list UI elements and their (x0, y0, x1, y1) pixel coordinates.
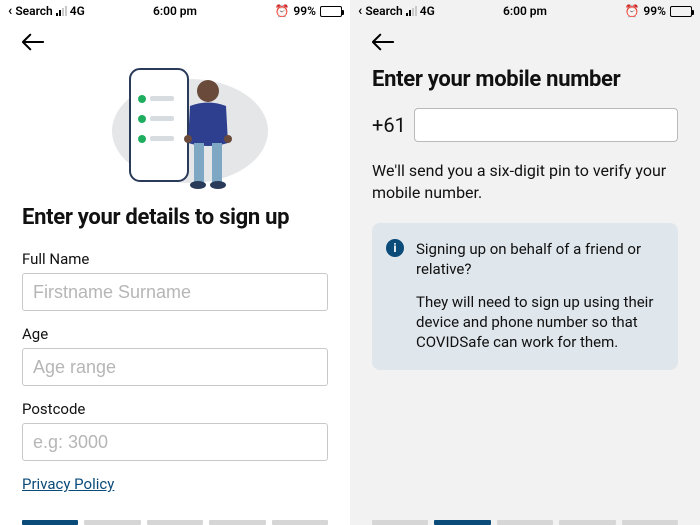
status-search-label: Search (365, 4, 402, 18)
back-chevron-icon: ‹ (8, 4, 12, 18)
battery-label: 99% (293, 4, 316, 18)
verify-subtext: We'll send you a six-digit pin to verify… (372, 160, 678, 203)
page-title: Enter your details to sign up (22, 205, 328, 230)
status-bar: ‹ Search 4G 6:00 pm ⏰ 99% (0, 0, 350, 22)
screen-signup-details: ‹ Search 4G 6:00 pm ⏰ 99% (0, 0, 350, 525)
info-callout: i Signing up on behalf of a friend or re… (372, 223, 678, 370)
battery-icon (670, 6, 692, 17)
alarm-icon: ⏰ (624, 4, 639, 18)
back-chevron-icon: ‹ (358, 4, 362, 18)
postcode-label: Postcode (22, 400, 328, 418)
back-button[interactable] (372, 32, 394, 57)
arrow-left-icon (22, 33, 44, 51)
signup-illustration (22, 61, 328, 191)
network-label: 4G (420, 4, 435, 18)
network-label: 4G (70, 4, 85, 18)
page-title: Enter your mobile number (372, 67, 678, 92)
status-bar: ‹ Search 4G 6:00 pm ⏰ 99% (350, 0, 700, 22)
battery-icon (320, 6, 342, 17)
status-time: 6:00 pm (469, 4, 580, 18)
mobile-number-input[interactable] (414, 108, 678, 142)
fullname-label: Full Name (22, 250, 328, 268)
back-button[interactable] (22, 32, 44, 57)
signal-icon (56, 6, 67, 16)
age-label: Age (22, 325, 328, 343)
privacy-policy-link[interactable]: Privacy Policy (22, 475, 114, 493)
info-body: They will need to sign up using their de… (416, 292, 662, 353)
progress-indicator (350, 514, 700, 525)
progress-indicator (0, 514, 350, 525)
alarm-icon: ⏰ (274, 4, 289, 18)
status-time: 6:00 pm (119, 4, 230, 18)
arrow-left-icon (372, 33, 394, 51)
country-prefix: +61 (372, 113, 406, 137)
fullname-input[interactable] (22, 273, 328, 311)
postcode-input[interactable] (22, 423, 328, 461)
battery-label: 99% (643, 4, 666, 18)
screen-mobile-number: ‹ Search 4G 6:00 pm ⏰ 99% Enter your mob… (350, 0, 700, 525)
info-icon: i (386, 239, 404, 257)
info-question: Signing up on behalf of a friend or rela… (416, 239, 662, 280)
status-search-label: Search (15, 4, 52, 18)
signal-icon (406, 6, 417, 16)
age-input[interactable] (22, 348, 328, 386)
